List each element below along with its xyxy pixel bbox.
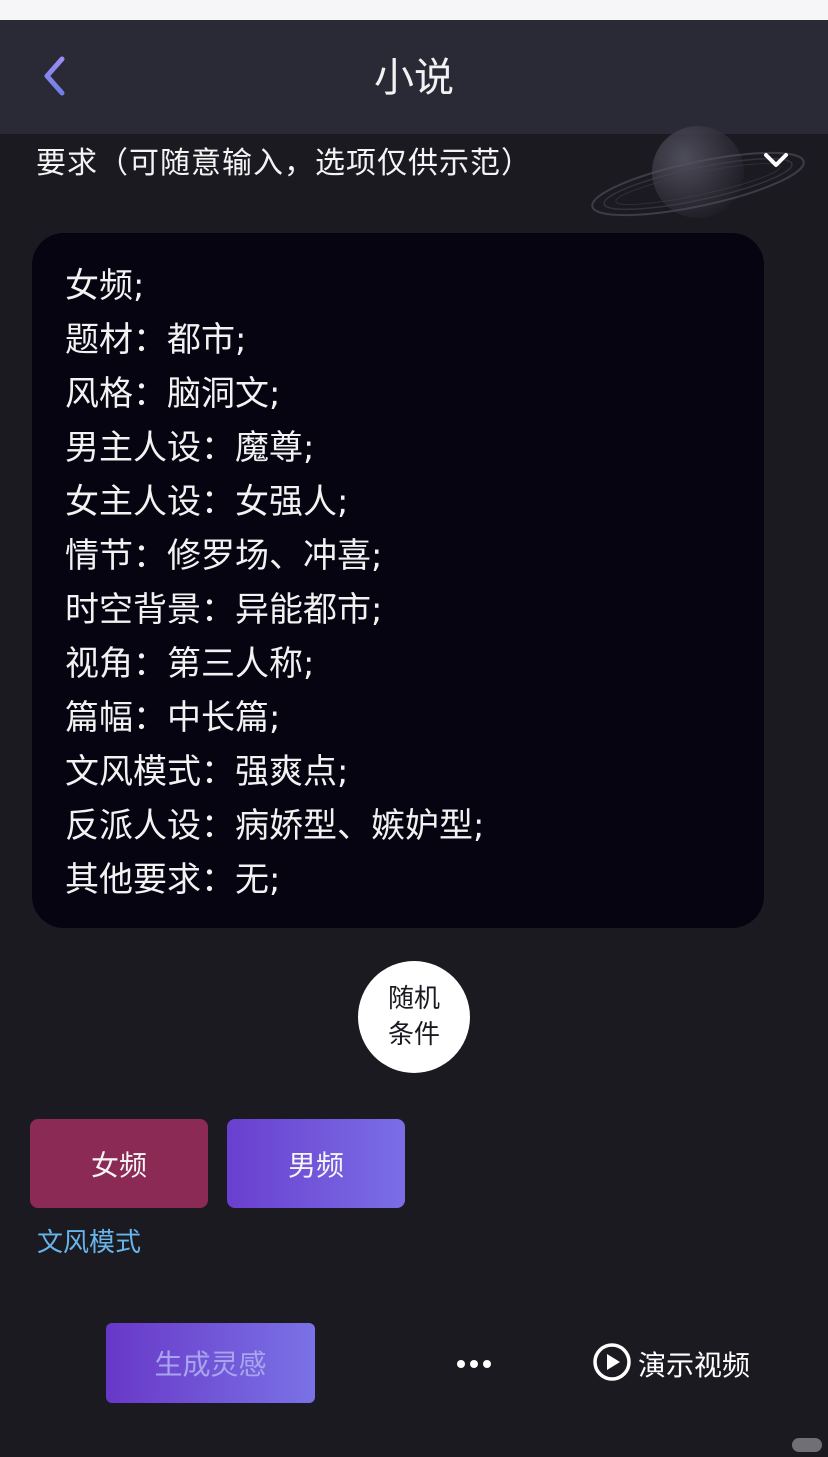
- page-title: 小说: [374, 55, 454, 101]
- requirement-line: 其他要求：无;: [65, 860, 281, 900]
- male-channel-button[interactable]: 男频: [227, 1119, 405, 1208]
- requirement-line: 视角：第三人称;: [65, 644, 315, 684]
- random-conditions-button[interactable]: 随机 条件: [358, 961, 470, 1073]
- demo-video-label: 演示视频: [638, 1349, 751, 1382]
- female-channel-button[interactable]: 女频: [30, 1119, 208, 1208]
- style-mode-link[interactable]: 文风模式: [37, 1222, 141, 1259]
- requirement-line: 女频;: [65, 266, 145, 306]
- requirement-line: 篇幅：中长篇;: [65, 698, 281, 738]
- requirement-line: 女主人设：女强人;: [65, 482, 349, 522]
- requirement-line: 文风模式：强爽点;: [65, 752, 349, 792]
- requirement-line: 题材：都市;: [65, 320, 247, 360]
- requirements-dropdown[interactable]: 要求（可随意输入，选项仅供示范）: [36, 136, 796, 184]
- requirement-line: 风格：脑洞文;: [65, 374, 281, 414]
- requirement-line: 时空背景：异能都市;: [65, 590, 383, 630]
- nav-bar: 小说: [0, 20, 828, 134]
- status-bar: [0, 0, 828, 20]
- more-button[interactable]: [452, 1343, 496, 1383]
- requirement-line: 反派人设：病娇型、嫉妒型;: [65, 806, 485, 846]
- requirements-label: 要求（可随意输入，选项仅供示范）: [36, 146, 532, 181]
- requirement-line: 情节：修罗场、冲喜;: [65, 536, 383, 576]
- chevron-down-icon: [756, 140, 796, 180]
- generate-inspiration-button[interactable]: 生成灵感: [106, 1323, 315, 1403]
- random-button-line2: 条件: [387, 1020, 440, 1050]
- more-dots-icon: [456, 1354, 492, 1373]
- screen: 小说 要求（可随意输入，选项仅供示范） 女频; 题材：都市; 风格：脑洞文; 男…: [0, 0, 828, 1457]
- requirement-line: 男主人设：魔尊;: [65, 428, 315, 468]
- requirements-textarea[interactable]: 女频; 题材：都市; 风格：脑洞文; 男主人设：魔尊; 女主人设：女强人; 情节…: [32, 233, 764, 928]
- demo-video-button[interactable]: 演示视频: [592, 1341, 750, 1387]
- watermark-badge: [792, 1438, 822, 1452]
- random-button-line1: 随机: [387, 984, 440, 1014]
- play-circle-icon: [592, 1342, 632, 1386]
